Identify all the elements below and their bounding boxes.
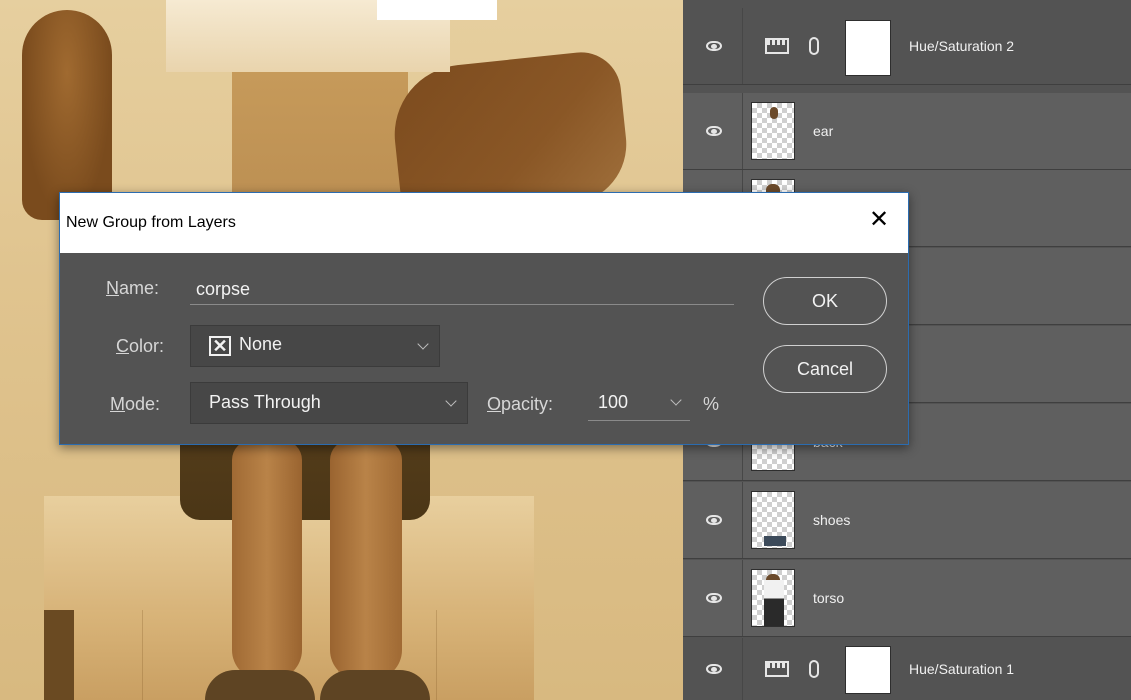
right-leg-image xyxy=(330,440,402,680)
layer-row[interactable]: ear xyxy=(683,93,1131,170)
visibility-toggle[interactable] xyxy=(683,638,743,700)
layer-thumbnail[interactable] xyxy=(751,569,795,627)
eye-icon xyxy=(706,593,722,603)
chevron-down-icon xyxy=(445,395,457,407)
new-group-dialog: New Group from Layers ✕ Name: corpse Col… xyxy=(59,192,909,445)
layer-mask-thumbnail[interactable] xyxy=(845,20,891,76)
cancel-button[interactable]: Cancel xyxy=(763,345,887,393)
name-label: Name: xyxy=(106,278,160,298)
layer-thumbnail[interactable] xyxy=(751,491,795,549)
adjustment-levels-icon xyxy=(765,661,789,677)
visibility-toggle[interactable] xyxy=(683,93,743,169)
layer-mask-thumbnail[interactable] xyxy=(845,646,891,694)
layer-name: ear xyxy=(813,123,834,139)
layer-thumbnail[interactable] xyxy=(751,102,795,160)
link-icon[interactable] xyxy=(809,37,819,55)
eye-icon xyxy=(706,515,722,525)
eye-icon xyxy=(706,126,722,136)
ok-button[interactable]: OK xyxy=(763,277,887,325)
visibility-toggle[interactable] xyxy=(683,482,743,558)
adjustment-levels-icon xyxy=(765,38,789,54)
layer-name: torso xyxy=(813,590,845,606)
color-label: Color: xyxy=(116,336,165,356)
layer-name: Hue/Saturation 2 xyxy=(909,38,1015,54)
visibility-toggle[interactable] xyxy=(683,8,743,84)
right-shoe-image xyxy=(320,670,430,700)
layer-row[interactable]: Hue/Saturation 2 xyxy=(683,8,1131,85)
close-icon[interactable]: ✕ xyxy=(868,208,890,232)
layer-name: shoes xyxy=(813,512,851,528)
opacity-label: Opacity: xyxy=(487,394,554,414)
visibility-toggle[interactable] xyxy=(683,560,743,636)
floor-shadow xyxy=(44,610,74,700)
dialog-titlebar[interactable]: New Group from Layers ✕ xyxy=(60,193,908,253)
name-input[interactable]: corpse xyxy=(190,273,734,305)
mode-select-value: Pass Through xyxy=(209,392,321,412)
chevron-down-icon xyxy=(417,338,429,350)
link-icon[interactable] xyxy=(809,660,819,678)
chevron-down-icon[interactable] xyxy=(670,394,682,406)
eye-icon xyxy=(706,41,722,51)
opacity-value: 100 xyxy=(598,392,629,412)
eye-icon xyxy=(706,664,722,674)
mode-select[interactable]: Pass Through xyxy=(190,382,468,424)
layer-row[interactable]: Hue/Saturation 1 xyxy=(683,638,1131,700)
no-color-icon: ✕ xyxy=(209,336,231,356)
raised-hand-image xyxy=(22,10,112,220)
mode-label: Mode: xyxy=(110,394,161,414)
color-select[interactable]: ✕ None xyxy=(190,325,440,367)
dialog-title: New Group from Layers xyxy=(66,214,236,231)
layer-row[interactable]: shoes xyxy=(683,482,1131,559)
layer-name: Hue/Saturation 1 xyxy=(909,661,1015,677)
layer-row[interactable]: torso xyxy=(683,560,1131,637)
opacity-input[interactable]: 100 xyxy=(588,385,690,421)
color-select-value: None xyxy=(239,334,283,354)
opacity-unit: % xyxy=(703,394,720,414)
left-leg-image xyxy=(232,440,302,680)
left-shoe-image xyxy=(205,670,315,700)
white-notch xyxy=(377,0,497,20)
